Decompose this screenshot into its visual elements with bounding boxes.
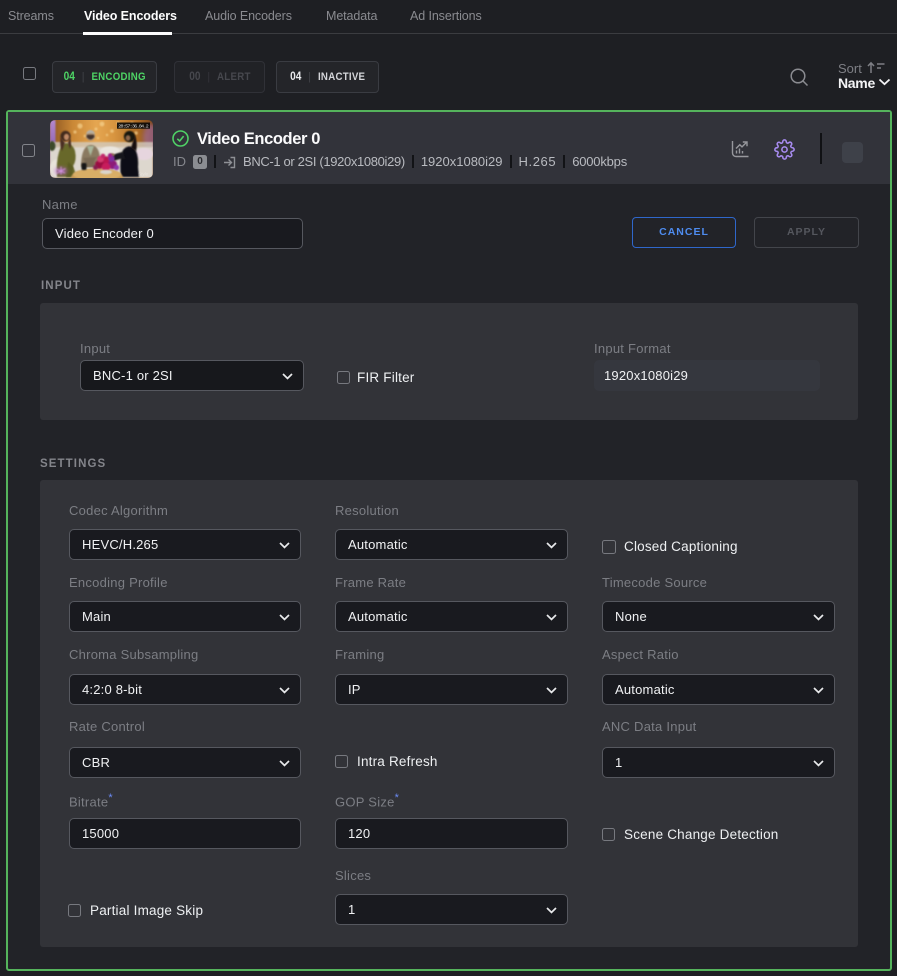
svg-text:Style: Style <box>138 172 149 177</box>
svg-text:20:57:36.04.2: 20:57:36.04.2 <box>118 123 149 129</box>
